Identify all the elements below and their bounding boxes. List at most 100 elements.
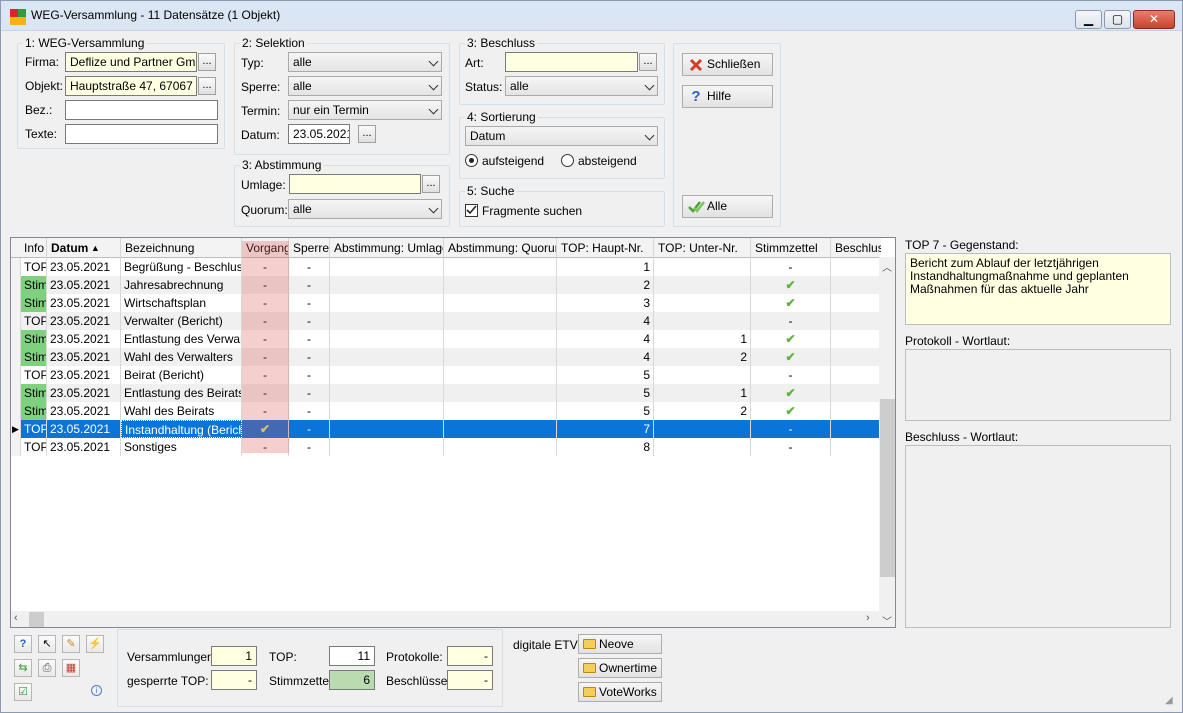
datum-browse-button[interactable]: ... [358, 125, 376, 143]
protokoll-memo[interactable] [905, 349, 1171, 421]
quorum-select[interactable]: alle [288, 199, 442, 219]
cell-vorgang: - [242, 366, 289, 384]
row-indicator[interactable] [11, 366, 21, 384]
table-row[interactable]: TOP 23.05.2021 Beirat (Bericht) - -5- [11, 366, 881, 384]
cell-haupt: 4 [557, 348, 654, 366]
row-indicator[interactable]: ▶ [11, 420, 21, 438]
data-grid[interactable]: Info Datum ▲ Bezeichnung Vorgang Sperre … [10, 237, 896, 628]
row-indicator[interactable] [11, 402, 21, 420]
cell-info: Stimm [21, 402, 47, 420]
gegenstand-memo[interactable]: Bericht zum Ablauf der letztjährigen Ins… [905, 253, 1171, 325]
row-indicator[interactable] [11, 312, 21, 330]
radio-aufsteigend[interactable] [465, 154, 478, 167]
protokolle-label: Protokolle: [386, 650, 443, 664]
neove-button[interactable]: Neove [578, 634, 662, 654]
umlage-browse-button[interactable]: ... [422, 175, 440, 193]
firma-browse-button[interactable]: ... [198, 53, 216, 71]
col-top-unter[interactable]: TOP: Unter-Nr. [654, 238, 751, 258]
resize-grip-icon[interactable]: ◢ [1165, 695, 1173, 706]
col-bezeichnung[interactable]: Bezeichnung [121, 238, 242, 258]
etv-label: digitale ETV: [513, 638, 581, 652]
table-row[interactable]: Stimm23.05.2021Wirtschaftsplan--3✔ [11, 294, 881, 312]
col-abstimmung-umlage[interactable]: Abstimmung: Umlage [330, 238, 444, 258]
table-row[interactable]: Stimm23.05.2021Entlastung des Verwalters… [11, 330, 881, 348]
beschluss-memo[interactable] [905, 445, 1171, 628]
datum-field[interactable]: 23.05.2021 [288, 124, 350, 144]
umlage-field[interactable] [289, 174, 421, 194]
row-indicator[interactable] [11, 294, 21, 312]
main-window: WEG-Versammlung - 11 Datensätze (1 Objek… [0, 0, 1183, 713]
col-sperre[interactable]: Sperre [289, 238, 330, 258]
schliessen-button[interactable]: Schließen [682, 53, 773, 76]
typ-select[interactable]: alle [288, 52, 442, 72]
col-info[interactable]: Info [21, 238, 47, 258]
row-indicator[interactable] [11, 438, 21, 456]
art-browse-button[interactable]: ... [639, 53, 657, 71]
texte-field[interactable] [65, 124, 218, 144]
horizontal-scrollbar[interactable]: ‹ › [11, 611, 880, 627]
printer-icon[interactable]: ⎙ [38, 659, 56, 677]
lightning-icon[interactable]: ⚡ [86, 635, 104, 653]
alle-button[interactable]: Alle [682, 195, 773, 218]
scroll-down-icon[interactable]: ﹀ [882, 613, 892, 627]
termin-select[interactable]: nur ein Termin [288, 100, 442, 120]
refresh-icon[interactable]: ⇆ [14, 659, 32, 677]
table-icon[interactable]: ▦ [62, 659, 80, 677]
fragmente-checkbox[interactable] [465, 204, 478, 217]
pointer-icon[interactable]: ↖ [38, 635, 56, 653]
scroll-right-icon[interactable]: › [866, 612, 870, 624]
col-stimmzettel[interactable]: Stimmzettel [751, 238, 831, 258]
chevron-down-icon [428, 80, 439, 91]
ownertime-button[interactable]: Ownertime [578, 658, 662, 678]
col-vorgang[interactable]: Vorgang [242, 238, 289, 258]
scroll-left-icon[interactable]: ‹ [14, 612, 18, 624]
cell-vorgang: - [242, 348, 289, 366]
row-indicator[interactable] [11, 258, 21, 276]
row-indicator[interactable] [11, 348, 21, 366]
sort-select[interactable]: Datum [465, 126, 658, 146]
row-indicator[interactable] [11, 384, 21, 402]
objekt-browse-button[interactable]: ... [198, 77, 216, 95]
memo-scrollbar[interactable] [1156, 258, 1168, 320]
art-field[interactable] [505, 52, 638, 72]
scroll-thumb[interactable] [880, 399, 895, 577]
table-row[interactable]: TOP 23.05.2021 Sonstiges - -8- [11, 438, 881, 456]
vertical-scrollbar[interactable]: ︿ ﹀ [879, 257, 895, 627]
pencil-icon[interactable]: ✎ [62, 635, 80, 653]
versammlungen-label: Versammlungen: [127, 650, 218, 664]
table-row[interactable]: TOP 23.05.2021 Verwalter (Bericht) - -4- [11, 312, 881, 330]
status-select[interactable]: alle [505, 76, 658, 96]
table-row[interactable]: Stimm23.05.2021Jahresabrechnung--2✔ [11, 276, 881, 294]
objekt-field[interactable]: Hauptstraße 47, 67067 Ludwigshafen [65, 76, 197, 96]
maximize-button[interactable]: ▢ [1104, 10, 1131, 29]
col-abstimmung-quorum[interactable]: Abstimmung: Quorum [444, 238, 557, 258]
scroll-up-icon[interactable]: ︿ [882, 259, 892, 274]
hilfe-button[interactable]: ? Hilfe [682, 85, 773, 108]
help-icon[interactable]: ? [14, 635, 32, 653]
bez-field[interactable] [65, 100, 218, 120]
cell-sperre: - [289, 348, 330, 366]
row-indicator[interactable] [11, 276, 21, 294]
col-beschluss[interactable]: Beschlus [831, 238, 881, 258]
minimize-button[interactable]: ▁ [1075, 10, 1102, 29]
table-row[interactable]: Stimm23.05.2021Wahl des Verwalters--42✔ [11, 348, 881, 366]
scroll-hthumb[interactable] [29, 612, 44, 627]
voteworks-button[interactable]: VoteWorks [578, 682, 662, 702]
cell-stimm: ✔ [751, 384, 831, 402]
group-caption: 3: Beschluss [465, 36, 538, 50]
firma-field[interactable]: Deflize und Partner GmbH [65, 52, 197, 72]
close-button[interactable]: ✕ [1133, 10, 1175, 29]
sperre-select[interactable]: alle [288, 76, 442, 96]
table-row[interactable]: ▶ TOP 23.05.2021 Instandhaltung (Bericht) ✔ -… [11, 420, 881, 438]
table-row[interactable]: Stimm23.05.2021Entlastung des Beirats--5… [11, 384, 881, 402]
cell-info: TOP [21, 366, 47, 384]
row-indicator[interactable] [11, 330, 21, 348]
checkbox-icon[interactable]: ☑ [14, 683, 32, 701]
col-top-haupt[interactable]: TOP: Haupt-Nr. [557, 238, 654, 258]
table-row[interactable]: TOP23.05.2021Begrüßung - Beschlussfähigk… [11, 258, 881, 276]
cell-haupt: 5 [557, 384, 654, 402]
col-datum[interactable]: Datum ▲ [47, 238, 121, 258]
cell-bez: Verwalter (Bericht) [121, 312, 242, 330]
table-row[interactable]: Stimm23.05.2021Wahl des Beirats--52✔ [11, 402, 881, 420]
radio-absteigend[interactable] [561, 154, 574, 167]
